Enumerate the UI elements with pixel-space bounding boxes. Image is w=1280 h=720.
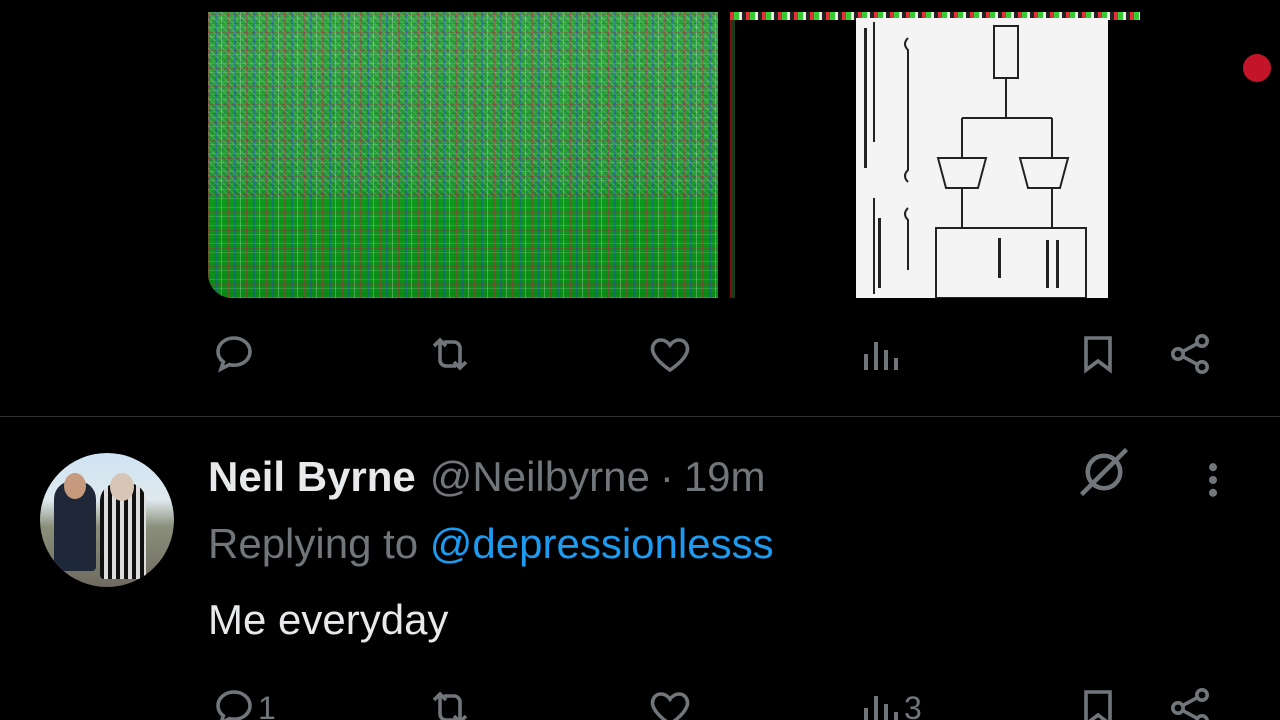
views-button[interactable]: 3 bbox=[856, 684, 922, 720]
reply-button[interactable] bbox=[210, 330, 258, 378]
bookmark-button[interactable] bbox=[1074, 330, 1122, 378]
separator-dot: · bbox=[659, 453, 674, 500]
replying-to-link[interactable]: @depressionlesss bbox=[430, 520, 774, 567]
replying-to: Replying to @depressionlesss bbox=[208, 520, 774, 568]
avatar[interactable] bbox=[40, 453, 174, 587]
user-handle[interactable]: @Neilbyrne bbox=[430, 453, 650, 501]
glitch-edge bbox=[730, 12, 740, 298]
views-icon bbox=[864, 342, 898, 370]
timestamp[interactable]: 19m bbox=[684, 453, 766, 501]
glitch-noise bbox=[208, 12, 718, 197]
bookmark-icon bbox=[1084, 690, 1112, 720]
tweet-media-image-1[interactable] bbox=[208, 12, 718, 298]
tweet-text: Me everyday bbox=[208, 596, 449, 643]
replying-prefix: Replying to bbox=[208, 520, 419, 567]
share-icon bbox=[1171, 334, 1209, 374]
retweet-button[interactable] bbox=[426, 684, 474, 720]
reply-button[interactable]: 1 bbox=[210, 684, 276, 720]
retweet-button[interactable] bbox=[426, 330, 474, 378]
bookmark-icon bbox=[1084, 336, 1112, 374]
share-button[interactable] bbox=[1166, 330, 1214, 378]
recording-indicator bbox=[1243, 54, 1271, 82]
more-icon[interactable] bbox=[1196, 458, 1230, 502]
reply-icon bbox=[216, 690, 252, 720]
like-icon bbox=[650, 692, 690, 720]
share-button[interactable] bbox=[1166, 684, 1214, 720]
tweet-media-image-2[interactable] bbox=[730, 12, 1240, 298]
avatar-head-2 bbox=[110, 473, 134, 501]
share-icon bbox=[1171, 688, 1209, 720]
tweet-action-bar bbox=[0, 330, 1280, 390]
grok-icon[interactable] bbox=[1074, 442, 1134, 502]
views-icon bbox=[864, 696, 898, 720]
like-button[interactable] bbox=[646, 684, 694, 720]
like-icon bbox=[650, 338, 690, 373]
display-name[interactable]: Neil Byrne bbox=[208, 453, 416, 501]
reply-action-bar: 1 3 bbox=[0, 680, 1280, 720]
block-diagram-image bbox=[856, 18, 1108, 298]
views-button[interactable] bbox=[856, 330, 904, 378]
tweet-divider bbox=[0, 416, 1280, 417]
reply-count: 1 bbox=[258, 689, 276, 720]
avatar-head-1 bbox=[64, 473, 86, 499]
retweet-icon bbox=[432, 691, 468, 720]
retweet-icon bbox=[432, 337, 468, 371]
bookmark-button[interactable] bbox=[1074, 684, 1122, 720]
views-count: 3 bbox=[904, 689, 922, 720]
reply-header: Neil Byrne @Neilbyrne · 19m bbox=[208, 452, 766, 502]
like-button[interactable] bbox=[646, 330, 694, 378]
reply-icon bbox=[216, 336, 252, 373]
